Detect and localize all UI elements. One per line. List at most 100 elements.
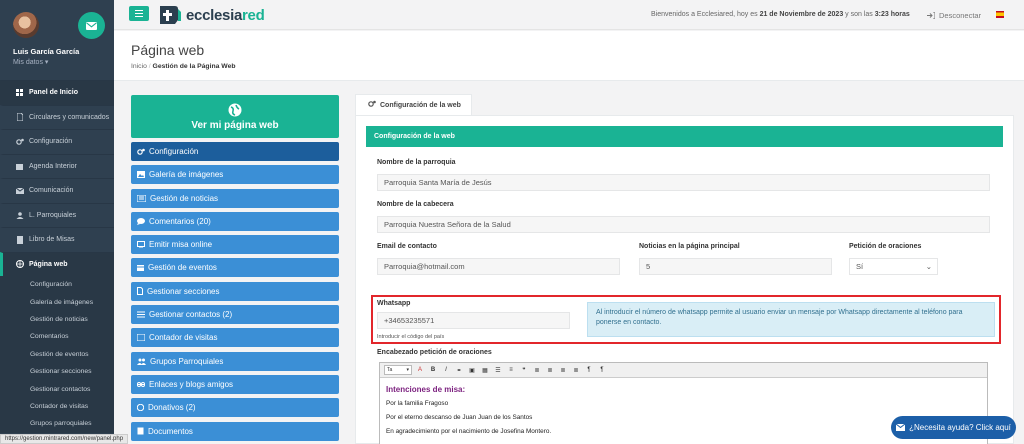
subnav-item-galeria[interactable]: Galería de imágenes	[0, 293, 114, 310]
nav-agenda[interactable]: Agenda Interior	[0, 153, 114, 179]
email-label: Email de contacto	[377, 243, 437, 250]
menu-btn-label: Galería de imágenes	[149, 170, 224, 180]
menu-btn-12[interactable]: Donativos (2)	[131, 398, 339, 418]
dropdown-arrow-icon: ▾	[406, 367, 409, 373]
nav-panel-inicio[interactable]: Panel de Inicio	[0, 80, 114, 105]
subnav-item-eventos[interactable]: Gestión de eventos	[0, 346, 114, 363]
link-icon[interactable]: ⚭	[454, 367, 464, 374]
noticias-input[interactable]: 5	[639, 258, 832, 275]
bullet-list-icon[interactable]: ≡	[506, 367, 516, 373]
subnav-item-configuracion[interactable]: Configuración	[0, 276, 114, 293]
avatar[interactable]	[13, 12, 39, 38]
view-website-button[interactable]: Ver mi página web	[131, 95, 339, 138]
menu-btn-7[interactable]: Gestionar secciones	[131, 281, 339, 301]
menu-btn-label: Configuración	[149, 147, 199, 156]
subnav-item-contactos[interactable]: Gestionar contactos	[0, 380, 114, 397]
align-left-icon[interactable]: ≣	[532, 367, 542, 374]
newspaper-icon	[137, 194, 146, 202]
sign-out-icon	[927, 12, 935, 19]
breadcrumb-home[interactable]: Inicio	[131, 63, 147, 70]
menu-btn-3[interactable]: Gestión de noticias	[131, 188, 339, 208]
table-icon[interactable]: ▦	[480, 367, 490, 374]
help-button[interactable]: ¿Necesita ayuda? Click aquí	[891, 416, 1016, 439]
parroquia-input[interactable]: Parroquia Santa María de Jesús	[377, 174, 990, 191]
cabecera-input[interactable]: Parroquia Nuestra Señora de la Salud	[377, 216, 990, 233]
logo-text: ecclesiared	[186, 6, 265, 24]
tab-configuracion-web[interactable]: Configuración de la web	[355, 94, 472, 115]
subnav-item-comentarios[interactable]: Comentarios	[0, 328, 114, 345]
users-icon	[137, 358, 146, 365]
menu-btn-label: Gestión de noticias	[150, 193, 219, 203]
image-icon	[137, 171, 145, 179]
link-icon	[137, 381, 145, 388]
font-size-dropdown[interactable]: Ta ▾	[384, 365, 412, 375]
text-color-icon[interactable]: A	[415, 367, 425, 373]
logout-label: Desconectar	[939, 11, 982, 20]
menu-btn-label: Contador de visitas	[149, 333, 218, 343]
menu-btn-2[interactable]: Galería de imágenes	[131, 165, 339, 185]
font-dropdown-label: Ta	[387, 367, 393, 373]
align-center-icon[interactable]: ≣	[545, 367, 555, 374]
nav-circulares[interactable]: Circulares y comunicados	[0, 104, 114, 130]
align-right-icon[interactable]: ≣	[558, 367, 568, 374]
globe-icon	[228, 103, 242, 116]
menu-toggle-button[interactable]	[129, 6, 149, 21]
menu-btn-5[interactable]: Emitir misa online	[131, 235, 339, 255]
logo[interactable]: ecclesiared	[158, 4, 265, 26]
menu-btn-11[interactable]: Enlaces y blogs amigos	[131, 374, 339, 394]
blockquote-icon[interactable]: ❞	[519, 367, 529, 374]
status-bar-url: https://gestion.mintrared.com/new/panel.…	[0, 434, 129, 444]
italic-icon[interactable]: I	[441, 367, 451, 373]
view-website-label: Ver mi página web	[191, 119, 279, 131]
menu-btn-13[interactable]: Documentos	[131, 421, 339, 441]
caret-down-icon: ▾	[44, 59, 49, 66]
menu-btn-4[interactable]: Comentarios (20)	[131, 211, 339, 231]
main-content: Configuración de la web Configuración de…	[355, 94, 1014, 444]
menu-btn-label: Gestión de eventos	[148, 263, 217, 273]
menu-btn-9[interactable]: Contador de visitas	[131, 328, 339, 348]
subnav-item-grupos[interactable]: Grupos parroquiales	[0, 415, 114, 432]
bold-icon[interactable]: B	[428, 367, 438, 373]
ordered-list-icon[interactable]: ☰	[493, 367, 503, 374]
euro-icon	[137, 404, 144, 412]
users-icon	[15, 211, 24, 219]
email-input[interactable]: Parroquia@hotmail.com	[377, 258, 620, 275]
nav-comunicacion[interactable]: Comunicación	[0, 178, 114, 203]
nav-label: Libro de Misas	[29, 236, 75, 244]
nav-pagina-web[interactable]: Página web	[0, 251, 114, 276]
image-icon[interactable]: ▣	[467, 367, 477, 374]
menu-btn-8[interactable]: Gestionar contactos (2)	[131, 305, 339, 325]
editor-line: Por el eterno descanso de Juan Juan de l…	[386, 414, 533, 421]
envelope-icon[interactable]	[78, 12, 105, 39]
calendar-icon	[137, 264, 144, 272]
subnav-item-visitas[interactable]: Contador de visitas	[0, 398, 114, 415]
menu-btn-10[interactable]: Grupos Parroquiales	[131, 351, 339, 371]
select-arrow-icon: ⌄	[925, 262, 932, 271]
globe-icon	[15, 260, 24, 269]
welcome-pre: Bienvenidos a Ecclesiared, hoy es	[651, 11, 760, 18]
envelope-icon	[896, 424, 906, 431]
my-data-link[interactable]: Mis datos ▾	[13, 58, 48, 66]
help-button-label: ¿Necesita ayuda? Click aquí	[909, 423, 1011, 432]
oraciones-select[interactable]: Sí ⌄	[849, 258, 938, 275]
spain-flag-icon[interactable]	[996, 11, 1004, 18]
subnav-item-noticias[interactable]: Gestión de noticias	[0, 311, 114, 328]
nav-libro-misas[interactable]: Libro de Misas	[0, 227, 114, 252]
menu-btn-1[interactable]: Configuración	[131, 142, 339, 161]
menu-btn-6[interactable]: Gestión de eventos	[131, 258, 339, 278]
whatsapp-input[interactable]: +34653235571	[377, 312, 570, 329]
subnav-item-secciones[interactable]: Gestionar secciones	[0, 363, 114, 380]
book-icon	[15, 235, 24, 244]
nav-configuracion[interactable]: Configuración	[0, 129, 114, 154]
encabezado-label: Encabezado petición de oraciones	[377, 349, 492, 356]
align-justify-icon[interactable]: ≣	[571, 367, 581, 374]
ltr-icon[interactable]: ¶	[584, 367, 594, 373]
th-large-icon	[15, 89, 24, 97]
logo-text-a: ecclesia	[186, 6, 242, 24]
nav-parroquiales[interactable]: L. Parroquiales	[0, 202, 114, 228]
logout-link[interactable]: Desconectar	[927, 11, 981, 20]
top-navbar: ecclesiared Bienvenidos a Ecclesiared, h…	[114, 0, 1024, 30]
rtl-icon[interactable]: ¶	[597, 367, 607, 373]
user-name[interactable]: Luis García García	[13, 47, 79, 56]
menu-btn-label: Comentarios (20)	[149, 216, 211, 226]
